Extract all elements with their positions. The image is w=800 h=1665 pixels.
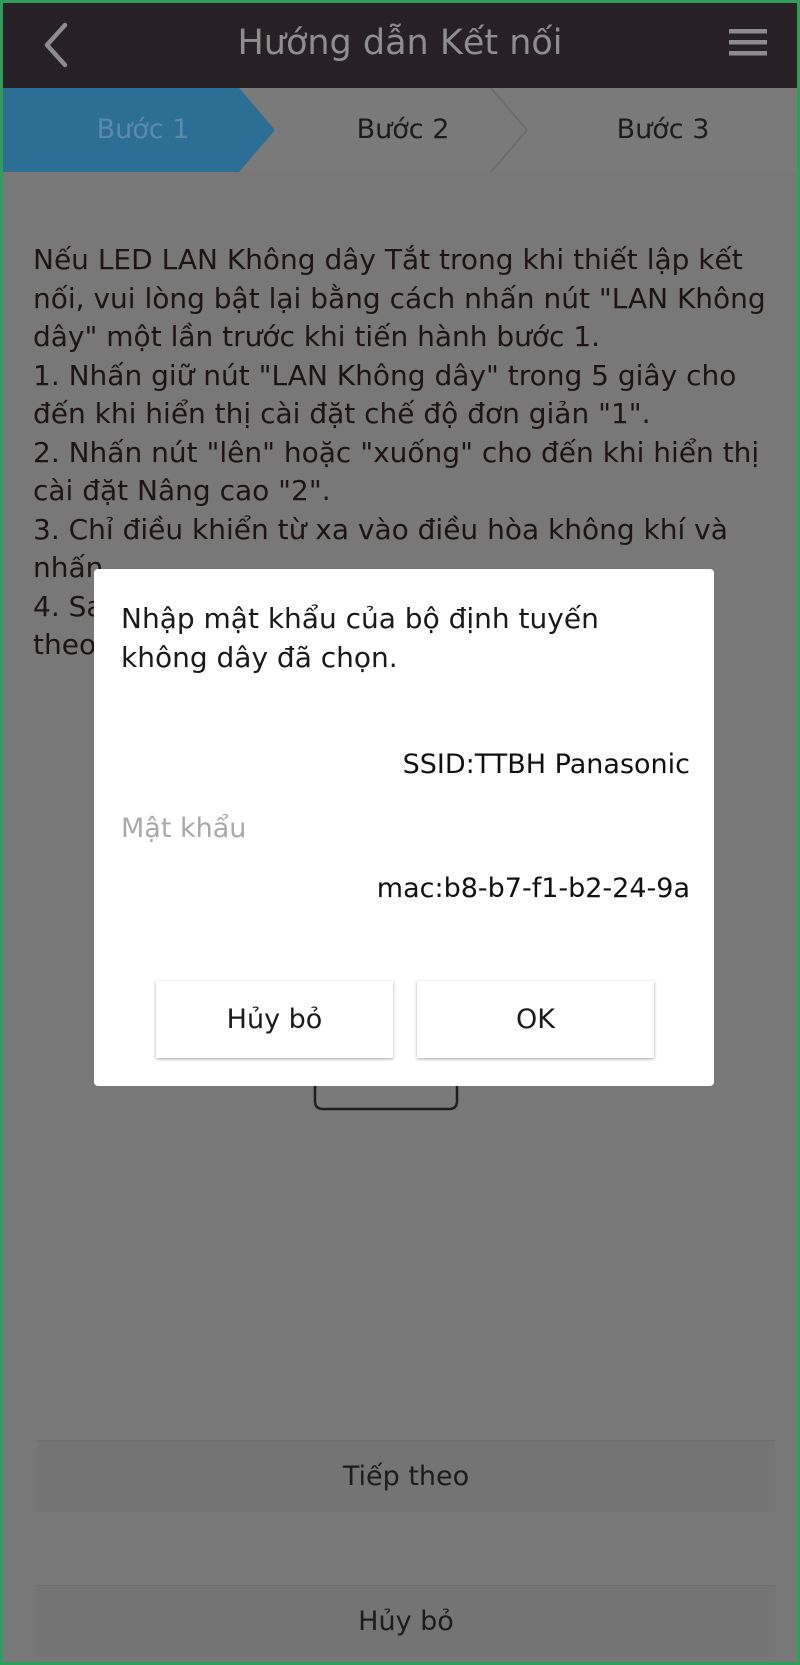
app-header: Hướng dẫn Kết nối	[3, 3, 797, 88]
password-input[interactable]: mac:b8-b7-f1-b2-24-9a	[377, 873, 690, 904]
instruction-step-2: 2. Nhấn nút "lên" hoặc "xuống" cho đến k…	[33, 435, 760, 508]
dialog-cancel-button[interactable]: Hủy bỏ	[156, 981, 393, 1058]
page-title: Hướng dẫn Kết nối	[237, 23, 563, 63]
instruction-step-1: 1. Nhấn giữ nút "LAN Không dây" trong 5 …	[33, 358, 737, 431]
step-2-tab: Bước 2	[356, 114, 450, 145]
wifi-password-dialog: Nhập mật khẩu của bộ định tuyến không dâ…	[94, 569, 714, 1086]
instruction-intro: Nếu LED LAN Không dây Tắt trong khi thiế…	[33, 243, 766, 353]
dialog-ok-button[interactable]: OK	[417, 981, 654, 1058]
step-indicator: Bước 1 Bước 2 Bước 3	[3, 88, 797, 172]
app-screen: Hướng dẫn Kết nối Bước 1 Bước 2 Bước 3 N…	[3, 3, 797, 1662]
next-button[interactable]: Tiếp theo	[37, 1440, 775, 1512]
dialog-prompt: Nhập mật khẩu của bộ định tuyến không dâ…	[121, 602, 599, 674]
step-1-tab: Bước 1	[96, 114, 190, 145]
ssid-label: SSID:TTBH Panasonic	[402, 749, 690, 780]
step-3-tab: Bước 3	[616, 114, 710, 145]
password-label: Mật khẩu	[121, 813, 247, 844]
cancel-bottom-button[interactable]: Hủy bỏ	[37, 1585, 775, 1657]
hamburger-menu-icon[interactable]	[727, 23, 773, 63]
